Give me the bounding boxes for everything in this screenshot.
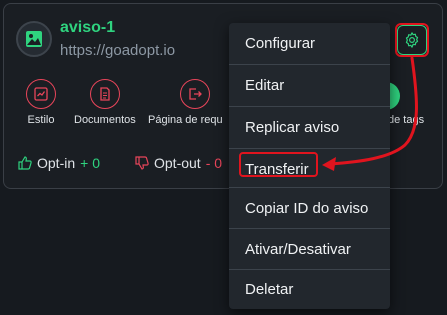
action-style-label: Estilo [27, 114, 55, 126]
action-documents-label: Documentos [74, 114, 136, 126]
optout-value: - 0 [205, 155, 223, 171]
transfer-highlight [239, 152, 318, 177]
action-style[interactable]: Estilo [26, 79, 56, 126]
avatar [16, 21, 52, 57]
image-icon [26, 31, 42, 47]
action-request-page[interactable]: Página de requ [148, 79, 223, 126]
menu-item-copy-id[interactable]: Copiar ID do aviso [229, 188, 390, 229]
menu-item-toggle-active[interactable]: Ativar/Desativar [229, 229, 390, 270]
thumbs-down-icon [135, 156, 149, 170]
menu-item-configure[interactable]: Configurar [229, 23, 390, 64]
optin-stat: Opt-in + 0 [18, 155, 100, 171]
action-documents[interactable]: Documentos [74, 79, 136, 126]
menu-item-delete[interactable]: Deletar [229, 269, 390, 310]
notice-url: https://goadopt.io [60, 42, 176, 59]
action-request-page-label: Página de requ [148, 114, 223, 126]
exit-icon [189, 88, 203, 100]
menu-item-edit[interactable]: Editar [229, 65, 390, 106]
document-icon [100, 87, 110, 101]
menu-item-replicate[interactable]: Replicar aviso [229, 107, 390, 148]
optin-value: + 0 [80, 155, 100, 171]
notice-title[interactable]: aviso-1 [60, 19, 115, 37]
optout-label: Opt-out [154, 155, 201, 171]
optout-stat: Opt-out - 0 [135, 155, 222, 171]
action-tags-label: de tags [388, 114, 425, 126]
settings-highlight [395, 23, 429, 57]
chart-icon [34, 87, 48, 101]
thumbs-up-icon [18, 156, 32, 170]
optin-label: Opt-in [37, 155, 76, 171]
